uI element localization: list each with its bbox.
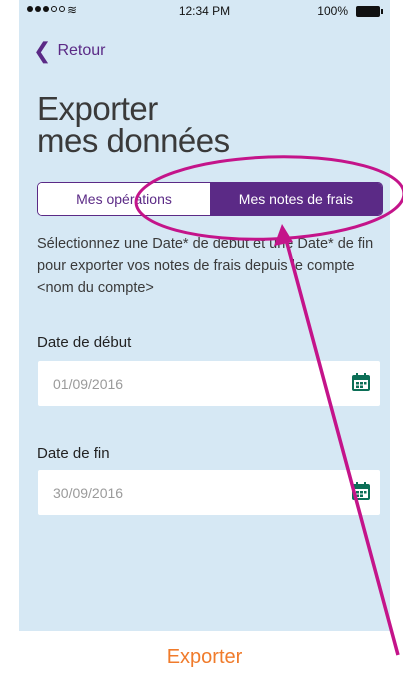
start-date-label: Date de début: [37, 334, 132, 351]
chevron-left-icon: ❮: [33, 38, 52, 63]
export-button[interactable]: Exporter: [19, 631, 390, 683]
instructions-text: Sélectionnez une Date* de début et une D…: [37, 236, 374, 296]
export-type-segmented-control: Mes opérations Mes notes de frais: [37, 182, 383, 216]
battery-icon: [356, 6, 383, 17]
status-bar: ≋ 12:34 PM 100%: [19, 0, 390, 22]
back-button[interactable]: ❮ Retour: [33, 40, 105, 62]
start-date-field[interactable]: 01/09/2016: [38, 361, 380, 406]
battery-percent: 100%: [317, 4, 348, 18]
page-title-line1: Exporter: [37, 90, 158, 127]
page-title: Exporter mes données: [37, 90, 230, 159]
page-title-line2: mes données: [37, 122, 230, 159]
tab-mes-notes-de-frais[interactable]: Mes notes de frais: [210, 183, 382, 215]
end-date-field[interactable]: 30/09/2016: [38, 470, 380, 515]
tab-mes-operations[interactable]: Mes opérations: [38, 183, 210, 215]
calendar-icon[interactable]: [351, 372, 371, 392]
end-date-value: 30/09/2016: [53, 485, 124, 501]
end-date-label: Date de fin: [37, 445, 110, 462]
start-date-value: 01/09/2016: [53, 376, 124, 392]
phone-screen: ≋ 12:34 PM 100% ❮ Retour Exporter mes do…: [19, 0, 390, 683]
calendar-icon[interactable]: [351, 481, 371, 501]
back-label: Retour: [57, 42, 106, 59]
